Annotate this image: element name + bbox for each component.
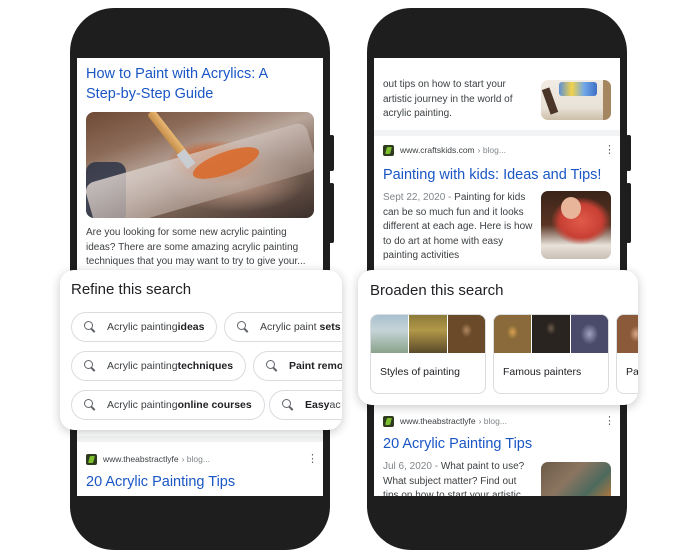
search-result[interactable]: www.theabstractlyfe › blog... ⋮ 20 Acryl… (77, 450, 323, 492)
result-source[interactable]: www.craftskids.com › blog... ⋮ (383, 141, 615, 159)
card-label: Pai (626, 366, 638, 378)
result-source[interactable]: www.theabstractlyfe › blog... ⋮ (383, 412, 615, 430)
search-icon (282, 399, 294, 411)
search-result-continued: out tips on how to start your artistic j… (374, 58, 620, 130)
card-image-strip (494, 315, 608, 353)
result-snippet: Jul 6, 2020 - What paint to use? What su… (383, 460, 533, 496)
result-snippet: Sept 22, 2020 - Painting for kids can be… (383, 192, 533, 261)
mona-lisa-image (447, 315, 485, 353)
child-painting-image[interactable] (541, 191, 611, 259)
result-snippet-block: Are you looking for some new acrylic pai… (77, 218, 323, 270)
broaden-card[interactable]: Pai (616, 314, 638, 394)
phone-side-button (329, 183, 334, 243)
card-image-strip (617, 315, 638, 353)
search-icon (84, 399, 96, 411)
phone-side-button (626, 135, 631, 171)
breadcrumb: › blog... (477, 145, 506, 155)
search-result[interactable]: How to Paint with Acrylics: A Step-by-St… (77, 58, 323, 104)
result-date: Jul 6, 2020 (383, 461, 432, 472)
broaden-card[interactable]: Styles of painting (370, 314, 486, 394)
search-result[interactable]: www.theabstractlyfe › blog... ⋮ 20 Acryl… (374, 412, 620, 496)
search-icon (84, 360, 96, 372)
breadcrumb: › blog... (478, 416, 507, 426)
site-favicon-icon (383, 144, 394, 156)
chip-bold-text: Paint remo (289, 360, 342, 372)
portrait-painting-image (617, 315, 638, 353)
picasso-portrait-image (570, 315, 608, 353)
refine-chip[interactable]: Acrylic paint sets (224, 312, 342, 342)
chip-text: ac (329, 399, 341, 411)
chip-bold-text: online courses (177, 399, 252, 411)
van-gogh-portrait-image (494, 315, 532, 353)
site-url: www.craftskids.com (400, 145, 475, 155)
person-painting-wall-image[interactable] (541, 80, 611, 120)
chip-text: Acrylic painting (107, 360, 178, 372)
chip-bold-text: techniques (177, 360, 234, 372)
result-title-link[interactable]: How to Paint with Acrylics: A Step-by-St… (86, 64, 276, 104)
painter-portrait-image (532, 315, 570, 353)
chip-bold-text: ideas (177, 321, 205, 333)
breadcrumb: › blog... (181, 454, 210, 464)
card-image-strip (371, 315, 485, 353)
refine-chip[interactable]: Acrylic painting ideas (71, 312, 218, 342)
result-snippet: Are you looking for some new acrylic pai… (86, 227, 306, 267)
site-favicon-icon (383, 415, 394, 427)
panel-title: Broaden this search (370, 282, 504, 299)
site-url: www.theabstractlyfe (103, 454, 179, 464)
more-vert-icon[interactable]: ⋮ (604, 145, 615, 156)
dali-persistence-of-memory-image (409, 315, 447, 353)
result-snippet: out tips on how to start your artistic j… (383, 79, 513, 119)
monet-woman-with-parasol-image (371, 315, 409, 353)
panel-title: Refine this search (71, 281, 192, 298)
paintbrush-on-palette-image[interactable] (86, 112, 314, 218)
phone-side-button (626, 183, 631, 243)
site-favicon-icon (86, 453, 97, 465)
card-label: Famous painters (503, 366, 582, 378)
refine-chip[interactable]: Easy ac (269, 390, 342, 420)
result-title-link[interactable]: 20 Acrylic Painting Tips (86, 472, 314, 492)
result-date: Sept 22, 2020 (383, 192, 446, 203)
refine-chip[interactable]: Acrylic painting techniques (71, 351, 247, 381)
refine-chip[interactable]: Paint remo (253, 351, 342, 381)
more-vert-icon[interactable]: ⋮ (604, 416, 615, 427)
search-result[interactable]: www.craftskids.com › blog... ⋮ Painting … (374, 136, 620, 286)
phone-side-button (329, 135, 334, 171)
broaden-search-panel: Broaden this search Styles of painting F… (358, 270, 638, 405)
result-source[interactable]: www.theabstractlyfe › blog... ⋮ (86, 450, 318, 468)
chip-bold-text: Easy (305, 399, 330, 411)
more-vert-icon[interactable]: ⋮ (307, 454, 318, 465)
chip-text: Acrylic paint (260, 321, 317, 333)
painting-supplies-image[interactable] (541, 462, 611, 496)
search-icon (237, 321, 249, 333)
site-url: www.theabstractlyfe (400, 416, 476, 426)
result-title-link[interactable]: 20 Acrylic Painting Tips (383, 434, 611, 454)
card-label: Styles of painting (380, 366, 460, 378)
chip-text: Acrylic painting (107, 399, 178, 411)
divider (77, 436, 323, 442)
chip-text: Acrylic painting (107, 321, 178, 333)
search-icon (84, 321, 96, 333)
result-title-link[interactable]: Painting with kids: Ideas and Tips! (383, 165, 611, 185)
search-icon (266, 360, 278, 372)
broaden-card[interactable]: Famous painters (493, 314, 609, 394)
chip-bold-text: sets (319, 321, 341, 333)
refine-search-panel: Refine this search Acrylic painting idea… (60, 270, 342, 430)
refine-chip[interactable]: Acrylic painting online courses (71, 390, 265, 420)
